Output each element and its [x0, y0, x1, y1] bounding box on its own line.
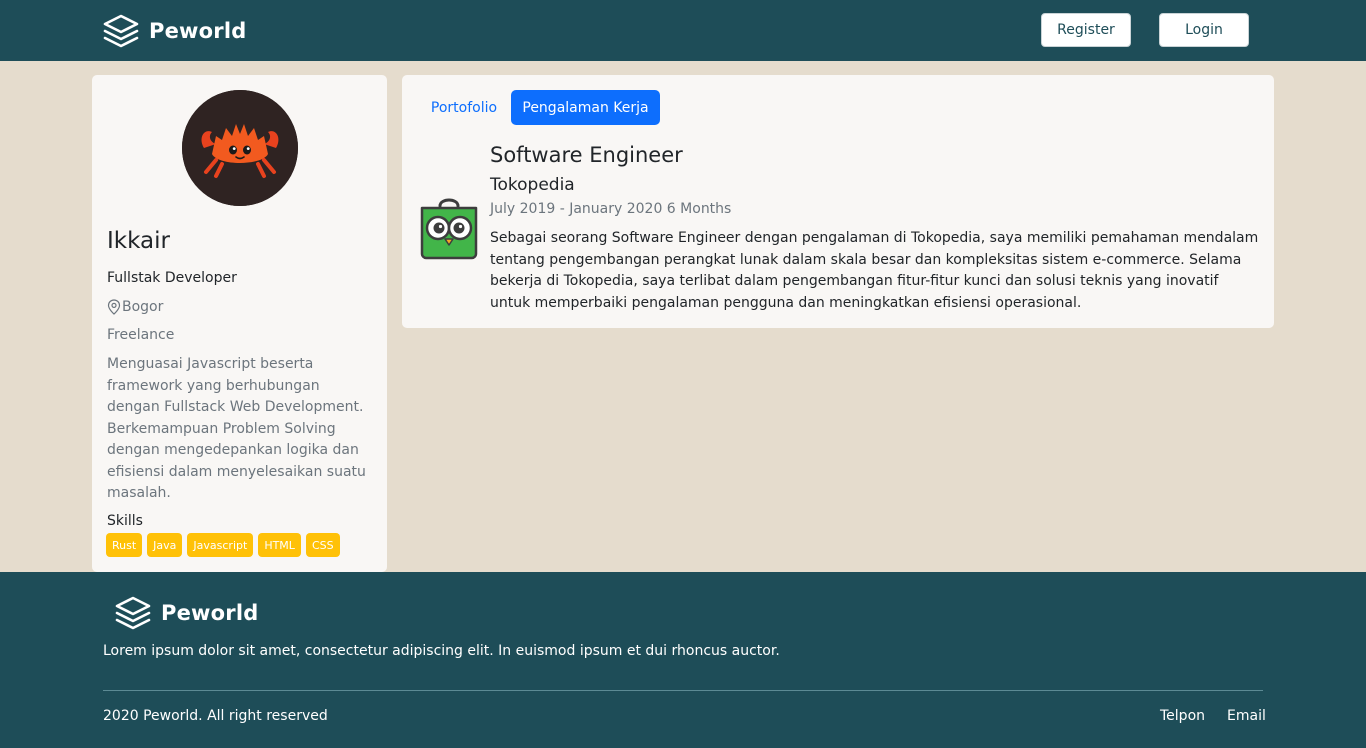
skill-badge[interactable]: CSS [305, 533, 340, 557]
footer-link-email[interactable]: Email [1227, 708, 1266, 724]
skill-badge[interactable]: Java [147, 533, 183, 557]
profile-location: Bogor [107, 299, 163, 315]
experience-description: Sebagai seorang Software Engineer dengan… [490, 230, 1259, 311]
tokopedia-logo [420, 198, 478, 260]
profile-name: Ikkair [107, 228, 170, 254]
skills-heading: Skills [107, 513, 143, 529]
avatar [182, 90, 298, 206]
skill-badge[interactable]: Javascript [187, 533, 254, 557]
experience-date: July 2019 - January 2020 6 Months [490, 201, 732, 217]
footer-divider [103, 690, 1263, 691]
skill-badge[interactable]: HTML [258, 533, 301, 557]
brand-name: Peworld [149, 19, 247, 43]
tab-work-experience[interactable]: Pengalaman Kerja [511, 90, 660, 125]
register-button[interactable]: Register [1041, 13, 1131, 47]
experience-card: Portofolio Pengalaman Kerja Software Eng… [402, 75, 1274, 328]
profile-job-title: Fullstak Developer [107, 270, 237, 286]
footer: Peworld Lorem ipsum dolor sit amet, cons… [0, 572, 1366, 748]
crab-mascot-avatar [182, 90, 298, 206]
footer-copyright: 2020 Peworld. All right reserved [103, 708, 328, 724]
map-pin-icon [107, 299, 121, 315]
skill-badge[interactable]: Rust [106, 533, 143, 557]
profile-location-text: Bogor [122, 299, 164, 315]
brand-logo[interactable]: Peworld [103, 12, 246, 50]
profile-card: Ikkair Fullstak Developer Bogor Freelanc… [92, 75, 387, 572]
layers-icon [115, 596, 151, 630]
skills-list: Rust Java Javascript HTML CSS [106, 533, 340, 557]
footer-link-telpon[interactable]: Telpon [1160, 708, 1205, 724]
login-button[interactable]: Login [1159, 13, 1249, 47]
layers-icon [103, 14, 139, 48]
experience-position: Software Engineer [490, 143, 683, 167]
tab-portfolio[interactable]: Portofolio [417, 90, 511, 125]
navbar: Peworld Register Login [0, 0, 1366, 61]
footer-brand-logo[interactable]: Peworld [115, 594, 258, 632]
footer-description: Lorem ipsum dolor sit amet, consectetur … [103, 643, 780, 659]
footer-brand-name: Peworld [161, 601, 259, 625]
profile-description: Menguasai Javascript beserta framework y… [107, 356, 366, 501]
experience-company: Tokopedia [490, 175, 575, 195]
profile-work-type: Freelance [107, 327, 175, 343]
